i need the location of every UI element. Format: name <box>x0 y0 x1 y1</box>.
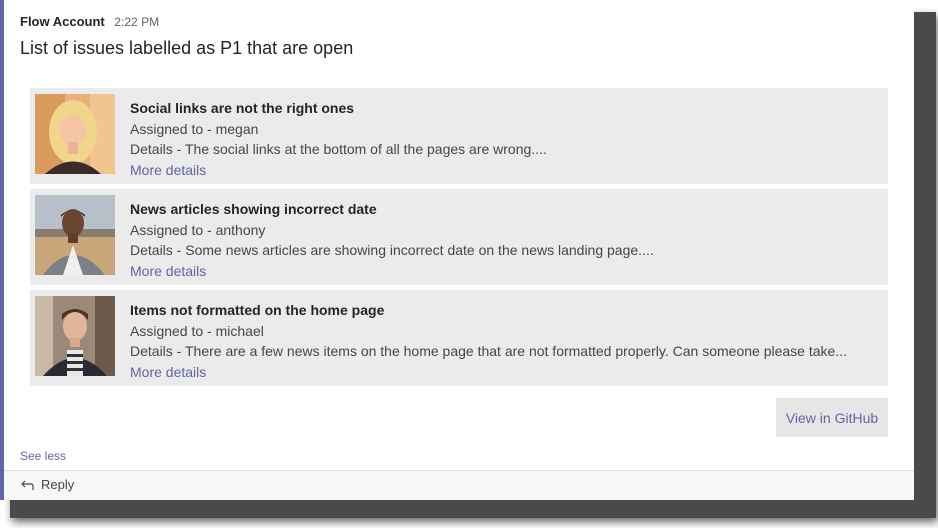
man-portrait-indoor-icon <box>35 296 115 376</box>
reply-label: Reply <box>41 477 75 492</box>
avatar <box>35 94 115 174</box>
issue-title: News articles showing incorrect date <box>130 201 377 217</box>
view-in-github-button[interactable]: View in GitHub <box>776 398 888 437</box>
sender-name: Flow Account <box>20 14 105 29</box>
reply-button[interactable]: Reply <box>20 477 74 492</box>
issue-title: Social links are not the right ones <box>130 100 355 116</box>
issue-assignee: Assigned to - anthony <box>130 221 266 238</box>
see-less-link[interactable]: See less <box>20 449 66 463</box>
message-time: 2:22 PM <box>114 15 160 29</box>
more-details-link[interactable]: More details <box>130 362 878 383</box>
issue-info: Social links are not the right ones Assi… <box>130 98 878 180</box>
issue-item: Items not formatted on the home page Ass… <box>30 290 888 386</box>
issue-details: Details - The social links at the bottom… <box>130 141 547 157</box>
issue-item: Social links are not the right ones Assi… <box>30 88 888 184</box>
more-details-link[interactable]: More details <box>130 160 878 181</box>
avatar <box>35 195 115 275</box>
issue-info: Items not formatted on the home page Ass… <box>130 300 878 382</box>
issue-assignee: Assigned to - michael <box>130 322 264 339</box>
man-portrait-outdoor-icon <box>35 195 115 275</box>
issue-details: Details - Some news articles are showing… <box>130 242 654 258</box>
woman-portrait-icon <box>35 94 115 174</box>
issue-info: News articles showing incorrect date Ass… <box>130 199 878 281</box>
message-header: Flow Account 2:22 PM <box>20 14 159 29</box>
issue-title: Items not formatted on the home page <box>130 302 385 318</box>
reply-arrow-icon <box>21 480 34 490</box>
reply-bar: Reply <box>4 470 914 500</box>
issue-details: Details - There are a few news items on … <box>130 343 847 359</box>
issue-item: News articles showing incorrect date Ass… <box>30 189 888 285</box>
issue-list: Social links are not the right ones Assi… <box>30 88 888 391</box>
issue-assignee: Assigned to - megan <box>130 120 259 137</box>
message-title: List of issues labelled as P1 that are o… <box>20 38 354 58</box>
message-card: Flow Account 2:22 PM List of issues labe… <box>0 0 914 500</box>
avatar <box>35 296 115 376</box>
more-details-link[interactable]: More details <box>130 261 878 282</box>
